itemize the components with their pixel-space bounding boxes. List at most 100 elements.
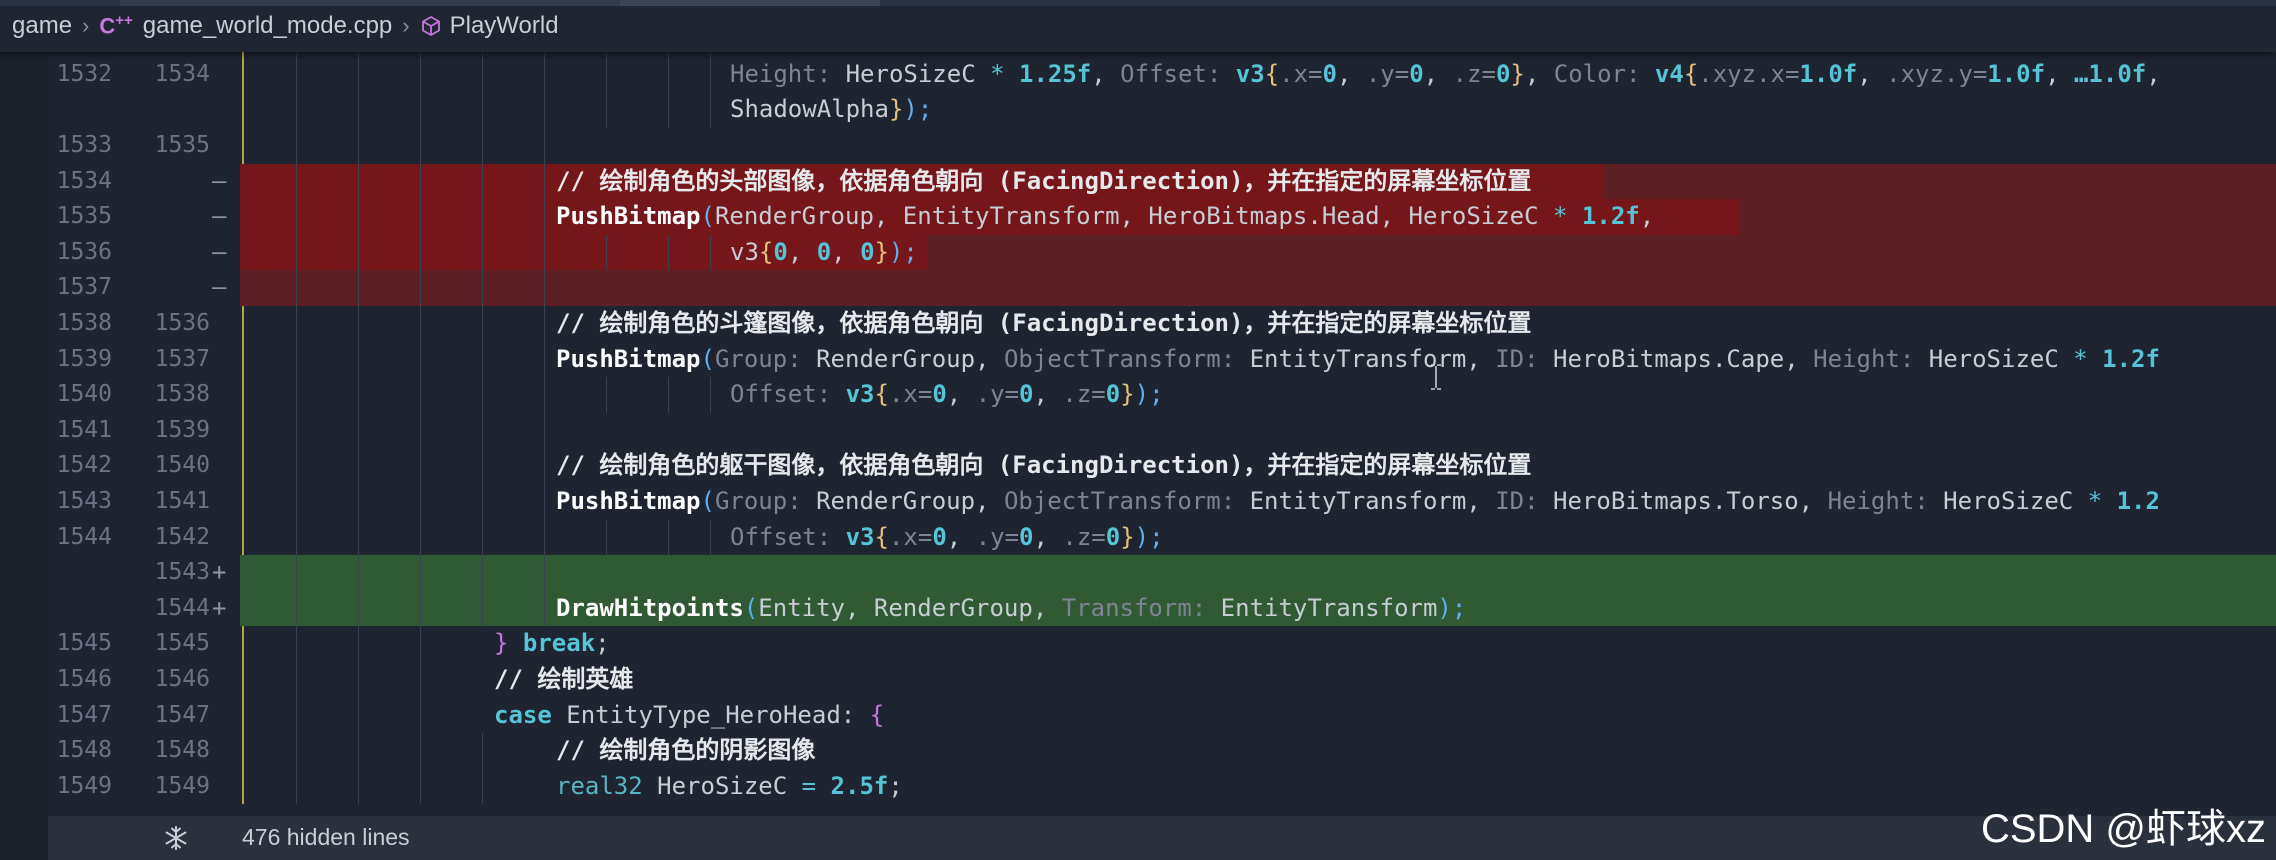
hidden-lines-bar[interactable]: 476 hidden lines	[48, 816, 2276, 860]
code-line[interactable]: 1545 1545} break;	[0, 626, 2276, 662]
code-line[interactable]: 1533 1535	[0, 128, 2276, 164]
new-line-number: 1544	[154, 594, 210, 621]
code-text[interactable]: // 绘制角色的头部图像，依据角色朝向 (FacingDirection)，并在…	[556, 164, 1531, 200]
indent-guide	[482, 199, 483, 235]
indent-guide	[420, 733, 421, 769]
code-token: Group:	[714, 344, 802, 373]
deleted-line[interactable]: 1535 — PushBitmap(RenderGroup, EntityTrans…	[0, 199, 2276, 235]
code-token: ,	[2045, 59, 2074, 88]
code-text[interactable]: // 绘制角色的斗篷图像，依据角色朝向 (FacingDirection)，并在…	[556, 306, 1531, 342]
indent-guide	[358, 56, 359, 93]
new-line-number: 1549	[154, 772, 210, 799]
code-token: {	[869, 700, 885, 729]
indent-guide	[482, 484, 483, 520]
code-token: {	[1683, 59, 1699, 88]
code-token: ,	[946, 380, 976, 409]
deleted-line[interactable]: 1534 — // 绘制角色的头部图像，依据角色朝向 (FacingDirectio…	[0, 163, 2276, 200]
indent-guide	[358, 306, 359, 342]
breadcrumb-file[interactable]: C++ game_world_mode.cpp	[99, 12, 392, 40]
code-line[interactable]: 1542 1540 // 绘制角色的躯干图像，依据角色朝向 (FacingDirec…	[0, 448, 2276, 484]
code-token: .z=	[1062, 522, 1106, 551]
indent-guide	[296, 306, 297, 342]
hidden-lines-label: 476 hidden lines	[242, 824, 410, 850]
indent-guide	[420, 341, 421, 378]
indent-guide	[420, 412, 421, 449]
snowflake-unfold-icon[interactable]	[162, 824, 190, 852]
indent-guide	[606, 92, 607, 128]
old-line-number: 1541	[56, 416, 112, 443]
code-line[interactable]: 1548 1548 // 绘制角色的阴影图像	[0, 733, 2276, 769]
code-token: 0	[860, 237, 875, 266]
code-text[interactable]: PushBitmap(RenderGroup, EntityTransform,…	[556, 199, 1654, 235]
code-token: EntityTransform,	[1235, 487, 1496, 515]
indent-guide	[710, 519, 711, 556]
code-text[interactable]: } break;	[494, 626, 610, 662]
code-line[interactable]: 1549 1549 real32 HeroSizeC = 2.5f;	[0, 768, 2276, 805]
code-token: ID:	[1495, 487, 1539, 515]
code-token: v3	[831, 522, 875, 551]
deleted-line[interactable]: 1536 — v3{0, 0, 0});	[0, 234, 2276, 271]
code-text[interactable]: v3{0, 0, 0});	[730, 235, 918, 271]
code-line[interactable]: 1538 1536 // 绘制角色的斗篷图像，依据角色朝向 (FacingDirec…	[0, 306, 2276, 342]
code-token: Offset:	[730, 522, 832, 551]
code-line[interactable]: 1541 1539	[0, 412, 2276, 449]
code-token: 1.2	[2102, 487, 2160, 515]
code-token: ,	[1857, 59, 1887, 88]
code-text[interactable]: real32 HeroSizeC = 2.5f;	[556, 769, 903, 805]
code-token: 0	[773, 237, 788, 266]
code-token: 0	[1322, 59, 1337, 88]
code-line[interactable]: 1546 1546 // 绘制英雄	[0, 662, 2276, 698]
breadcrumb-folder[interactable]: game	[12, 12, 72, 40]
code-text[interactable]: // 绘制角色的阴影图像	[556, 733, 815, 769]
code-line[interactable]: 1543 1541 PushBitmap(Group: RenderGroup, O…	[0, 484, 2276, 520]
code-line[interactable]: 1539 1537 PushBitmap(Group: RenderGroup, O…	[0, 341, 2276, 378]
code-token: (	[700, 202, 715, 231]
added-line[interactable]: 1544 + DrawHitpoints(Entity, RenderGroup, …	[0, 590, 2276, 627]
added-line[interactable]: 1543 +	[0, 555, 2276, 591]
indent-guide	[358, 341, 359, 378]
code-token: ,	[1524, 59, 1554, 88]
code-text[interactable]: DrawHitpoints(Entity, RenderGroup, Trans…	[556, 591, 1466, 627]
code-line[interactable]: 1540 1538 Offset: v3{.x=0, .y=0, .z=0});	[0, 377, 2276, 413]
code-token: {	[1264, 59, 1280, 88]
code-line[interactable]: 1547 1547 case EntityType_HeroHead: {	[0, 697, 2276, 734]
indent-guide	[544, 56, 545, 93]
code-line[interactable]: ShadowAlpha});	[0, 92, 2276, 128]
indent-guide	[358, 128, 359, 164]
code-text[interactable]: // 绘制英雄	[494, 662, 633, 698]
code-token: );	[1437, 593, 1467, 622]
code-line[interactable]: 1532 1534 Height: HeroSizeC * 1.25f, Offse…	[0, 56, 2276, 93]
code-text[interactable]: ShadowAlpha});	[730, 92, 932, 128]
indent-guide	[358, 412, 359, 449]
old-line-number: 1546	[56, 666, 112, 692]
code-token: ,	[1639, 202, 1655, 231]
cube-method-icon	[420, 15, 442, 37]
code-token: .x=	[888, 522, 933, 551]
added-marker-icon: +	[212, 558, 227, 587]
code-text[interactable]: Offset: v3{.x=0, .y=0, .z=0});	[730, 520, 1164, 556]
code-token: …1.0f	[2073, 59, 2147, 88]
new-line-number: 1534	[154, 60, 210, 87]
indent-guide	[296, 590, 297, 627]
indent-guide	[544, 377, 545, 413]
line-background	[240, 520, 2276, 556]
indent-guide	[296, 555, 297, 591]
code-token: }	[874, 237, 889, 266]
code-text[interactable]: case EntityType_HeroHead: {	[494, 698, 884, 734]
code-text[interactable]: Offset: v3{.x=0, .y=0, .z=0});	[730, 377, 1164, 413]
code-text[interactable]: // 绘制角色的躯干图像，依据角色朝向 (FacingDirection)，并在…	[556, 448, 1531, 484]
indent-guide	[296, 92, 297, 128]
code-text[interactable]: PushBitmap(Group: RenderGroup, ObjectTra…	[556, 342, 2160, 378]
old-line-number: 1533	[56, 132, 112, 158]
indent-guide	[544, 412, 545, 449]
old-line-number: 1538	[56, 310, 112, 336]
line-background	[240, 413, 2276, 449]
removed-marker-icon: —	[212, 202, 227, 231]
code-text[interactable]: PushBitmap(Group: RenderGroup, ObjectTra…	[556, 484, 2160, 520]
breadcrumb-symbol[interactable]: PlayWorld	[420, 12, 559, 40]
deleted-line[interactable]: 1537 —	[0, 270, 2276, 306]
code-token: ,	[787, 237, 817, 266]
code-line[interactable]: 1544 1542 Offset: v3{.x=0, .y=0, .z=0});	[0, 519, 2276, 556]
line-background	[240, 270, 2276, 306]
code-text[interactable]: Height: HeroSizeC * 1.25f, Offset: v3{.x…	[730, 57, 2161, 93]
